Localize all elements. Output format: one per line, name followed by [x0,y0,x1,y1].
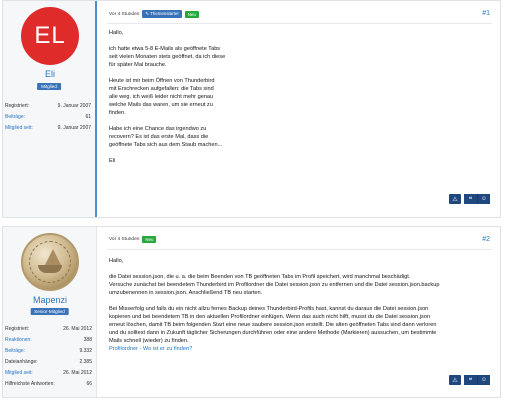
stat-label-link[interactable]: Mitglied seit: [5,123,33,134]
stat-row: Mitglied seit: 26. Mai 2012 [5,368,92,379]
react-button[interactable]: ☺ [477,375,490,385]
stat-value: 61 [85,114,91,120]
post-content: Vor 4 Stunden Neu #2 Hallo, die Datei se… [101,227,494,397]
warning-icon: ⚠ [452,377,458,384]
stat-label-link[interactable]: Reaktionen: [5,335,32,346]
stat-row: Beiträge: 9.332 [5,346,92,357]
post-content: Vor 4 Stunden ✎ Themenstarter Neu #1 Hal… [101,1,494,217]
ship-sail-icon [45,249,61,265]
stat-label-link[interactable]: Beiträge: [5,346,25,357]
quote-icon: ❝ [464,375,477,385]
post-number-link[interactable]: #2 [482,236,490,243]
quote-icon: ❝ [464,194,477,204]
paragraph: Heute ist mir beim Öffnen von Thunderbir… [109,78,215,116]
warning-icon: ⚠ [452,196,458,203]
avatar[interactable]: EL [21,7,79,65]
smiley-icon: ☺ [478,194,490,204]
stat-value: 2.385 [79,359,92,365]
stat-row: Beiträge: 61 [5,112,91,123]
user-stats: Registriert: 26. Mai 2012 Reaktionen: 38… [5,324,92,390]
stat-value: 26. Mai 2012 [63,370,92,376]
author-panel: EL Eli Mitglied Registriert: 9. Januar 2… [3,1,97,217]
reply-react-group: ❝ ☺ [464,375,490,385]
paragraph: ich hatte etwa 5-8 E-Mails als geöffnete… [109,46,226,68]
divider [107,23,492,24]
signature-text: Eli [109,158,116,164]
stat-row: Mitglied seit: 9. Januar 2007 [5,123,91,134]
stat-value: 9.332 [79,348,92,354]
stat-row: Registriert: 26. Mai 2012 [5,324,92,335]
report-button[interactable]: ⚠ [449,194,461,204]
stat-row: Reaktionen: 388 [5,335,92,346]
username[interactable]: Mapenzi [3,295,97,305]
user-rank-badge: Mitglied [37,83,61,90]
user-stats: Registriert: 9. Januar 2007 Beiträge: 61… [5,101,91,134]
paragraph: Habe ich eine Chance das irgendwo zu rec… [109,126,223,148]
post-1: EL Eli Mitglied Registriert: 9. Januar 2… [2,0,501,218]
author-panel: Mapenzi Senior-Mitglied Registriert: 26.… [3,227,97,397]
new-badge: Neu [142,236,157,243]
divider [107,249,492,250]
post-meta: Vor 4 Stunden ✎ Themenstarter Neu [109,10,199,18]
stat-label-link[interactable]: Mitglied seit: [5,368,33,379]
user-rank-badge: Senior-Mitglied [30,308,69,315]
new-badge: Neu [184,10,199,18]
post-body: Hallo, ich hatte etwa 5-8 E-Mails als ge… [109,29,488,173]
paragraph: Hallo, [109,30,124,36]
stat-label: Registriert: [5,103,30,109]
reply-react-group: ❝ ☺ [464,194,490,204]
quote-button[interactable]: ❝ [464,194,477,204]
stat-value: 66 [86,381,92,387]
post-body: Hallo, die Datei session.json, die u. a.… [109,257,488,353]
stat-label: Hilfreichste Antworten: [5,381,55,387]
avatar[interactable] [21,233,79,291]
profile-folder-link[interactable]: Profilordner - Wo ist er zu finden? [109,345,488,353]
react-button[interactable]: ☺ [477,194,490,204]
post-2: Mapenzi Senior-Mitglied Registriert: 26.… [2,226,501,398]
post-actions: ⚠ ❝ ☺ [449,194,490,204]
post-number-link[interactable]: #1 [482,10,490,17]
post-meta: Vor 4 Stunden Neu [109,236,157,243]
paragraph: Hallo, [109,258,124,264]
paragraph: die Datei session.json, die u. a. die be… [109,274,440,296]
stat-row: Registriert: 9. Januar 2007 [5,101,91,112]
stat-row: Hilfreichste Antworten: 66 [5,379,92,390]
post-actions: ⚠ ❝ ☺ [449,375,490,385]
post-time[interactable]: Vor 4 Stunden [109,12,139,17]
thread-starter-badge: ✎ Themenstarter [142,10,182,18]
post-time[interactable]: Vor 4 Stunden [109,237,139,242]
stat-value: 388 [83,337,92,343]
paragraph: Bei Misserfolg und falls du ein nicht al… [109,306,437,344]
stat-value: 26. Mai 2012 [63,326,92,332]
quote-button[interactable]: ❝ [464,375,477,385]
stat-label: Dateianhänge: [5,359,38,365]
stat-label-link[interactable]: Beiträge: [5,112,25,123]
report-button[interactable]: ⚠ [449,375,461,385]
username[interactable]: Eli [3,69,97,79]
stat-value: 9. Januar 2007 [57,103,91,109]
stat-label: Registriert: [5,326,30,332]
smiley-icon: ☺ [478,375,490,385]
stat-row: Dateianhänge: 2.385 [5,357,92,368]
stat-value: 9. Januar 2007 [57,125,91,131]
